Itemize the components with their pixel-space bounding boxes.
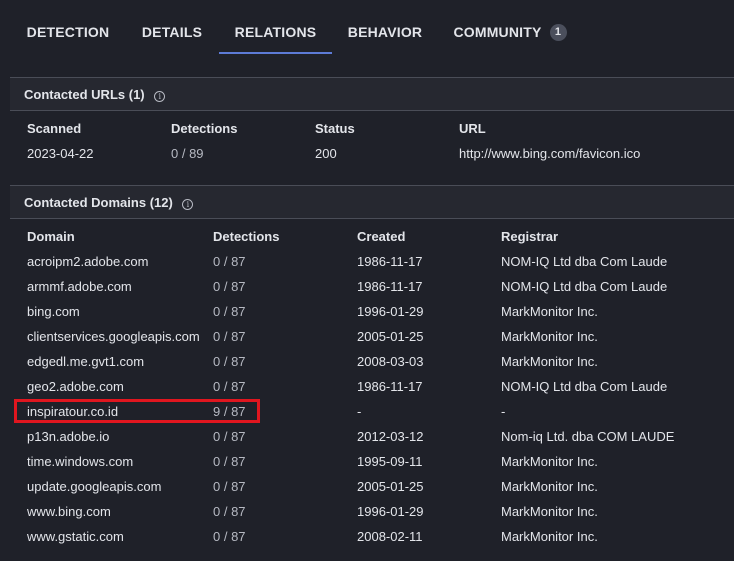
- community-count-badge: 1: [549, 24, 567, 41]
- detections-ratio: 0 / 87: [213, 304, 246, 319]
- contacted-domains-title-text: Contacted Domains: [24, 195, 147, 210]
- tab-details[interactable]: DETAILS: [132, 0, 212, 52]
- tab-behavior[interactable]: BEHAVIOR: [340, 0, 430, 52]
- domain-link[interactable]: update.googleapis.com: [27, 479, 161, 494]
- column-header-status[interactable]: Status: [315, 121, 355, 136]
- highlight-box: [14, 399, 260, 423]
- detections-ratio: 0 / 87: [213, 354, 246, 369]
- domain-link[interactable]: bing.com: [27, 304, 80, 319]
- contacted-urls-title-text: Contacted URLs: [24, 87, 126, 102]
- created-date: 2005-01-25: [357, 329, 424, 344]
- created-date: -: [357, 404, 362, 419]
- status-code: 200: [315, 146, 337, 161]
- tab-detection[interactable]: DETECTION: [18, 0, 118, 52]
- tab-relations[interactable]: RELATIONS: [219, 0, 332, 54]
- detections-ratio: 0 / 87: [213, 454, 246, 469]
- domain-link[interactable]: time.windows.com: [27, 454, 133, 469]
- tab-bar: DETECTION DETAILS RELATIONS BEHAVIOR COM…: [0, 0, 734, 54]
- tab-community[interactable]: COMMUNITY 1: [450, 0, 570, 52]
- domain-link[interactable]: geo2.adobe.com: [27, 379, 124, 394]
- created-date: 2008-02-11: [357, 529, 423, 544]
- created-date: 1986-11-17: [357, 279, 423, 294]
- tab-community-label: COMMUNITY: [453, 24, 542, 40]
- registrar: MarkMonitor Inc.: [501, 454, 598, 469]
- domain-link[interactable]: p13n.adobe.io: [27, 429, 109, 444]
- detections-ratio: 0 / 87: [213, 504, 246, 519]
- created-date: 1995-09-11: [357, 454, 423, 469]
- registrar: MarkMonitor Inc.: [501, 304, 598, 319]
- registrar: -: [501, 404, 506, 419]
- detections-ratio: 0 / 87: [213, 529, 246, 544]
- created-date: 2008-03-03: [357, 354, 424, 369]
- contacted-urls-header: Contacted URLs (1) i: [10, 77, 734, 111]
- registrar: MarkMonitor Inc.: [501, 479, 598, 494]
- detections-ratio: 0 / 87: [213, 279, 246, 294]
- url-link[interactable]: http://www.bing.com/favicon.ico: [459, 146, 640, 161]
- domain-link[interactable]: clientservices.googleapis.com: [27, 329, 200, 344]
- registrar: MarkMonitor Inc.: [501, 504, 598, 519]
- scanned-date: 2023-04-22: [27, 146, 94, 161]
- domain-link[interactable]: acroipm2.adobe.com: [27, 254, 148, 269]
- domain-link[interactable]: www.gstatic.com: [27, 529, 124, 544]
- domain-link[interactable]: armmf.adobe.com: [27, 279, 132, 294]
- registrar: MarkMonitor Inc.: [501, 529, 598, 544]
- detections-ratio: 0 / 89: [171, 146, 204, 161]
- column-header-detections[interactable]: Detections: [213, 229, 279, 244]
- column-header-created[interactable]: Created: [357, 229, 405, 244]
- registrar: MarkMonitor Inc.: [501, 354, 598, 369]
- created-date: 1996-01-29: [357, 504, 424, 519]
- column-header-scanned[interactable]: Scanned: [27, 121, 81, 136]
- contacted-urls-count: (1): [128, 87, 145, 102]
- detections-ratio: 0 / 87: [213, 329, 246, 344]
- domain-link[interactable]: edgedl.me.gvt1.com: [27, 354, 144, 369]
- registrar: Nom-iq Ltd. dba COM LAUDE: [501, 429, 675, 444]
- contacted-urls-title: Contacted URLs (1) i: [24, 87, 166, 102]
- domain-link[interactable]: www.bing.com: [27, 504, 111, 519]
- detections-ratio: 0 / 87: [213, 479, 246, 494]
- detections-ratio: 0 / 87: [213, 429, 246, 444]
- info-icon[interactable]: i: [182, 199, 194, 210]
- info-icon[interactable]: i: [154, 91, 166, 102]
- contacted-domains-count: (12): [149, 195, 173, 210]
- created-date: 1986-11-17: [357, 254, 423, 269]
- created-date: 1986-11-17: [357, 379, 423, 394]
- contacted-domains-header: Contacted Domains (12) i: [10, 185, 734, 219]
- created-date: 2005-01-25: [357, 479, 424, 494]
- column-header-registrar[interactable]: Registrar: [501, 229, 558, 244]
- created-date: 1996-01-29: [357, 304, 424, 319]
- created-date: 2012-03-12: [357, 429, 424, 444]
- registrar: MarkMonitor Inc.: [501, 329, 598, 344]
- column-header-domain[interactable]: Domain: [27, 229, 75, 244]
- detections-ratio: 0 / 87: [213, 254, 246, 269]
- detections-ratio: 0 / 87: [213, 379, 246, 394]
- registrar: NOM-IQ Ltd dba Com Laude: [501, 254, 668, 269]
- column-header-detections[interactable]: Detections: [171, 121, 237, 136]
- contacted-domains-title: Contacted Domains (12) i: [24, 195, 194, 210]
- registrar: NOM-IQ Ltd dba Com Laude: [501, 379, 668, 394]
- column-header-url[interactable]: URL: [459, 121, 486, 136]
- registrar: NOM-IQ Ltd dba Com Laude: [501, 279, 668, 294]
